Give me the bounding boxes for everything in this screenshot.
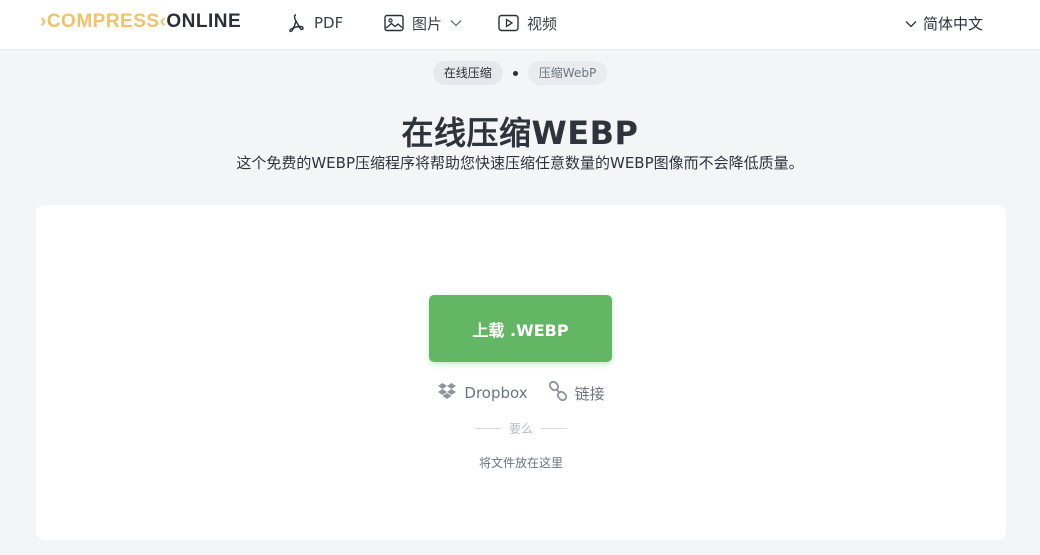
divider-line: [541, 428, 567, 429]
link-label: 链接: [574, 384, 605, 403]
chevron-down-icon: [905, 14, 917, 32]
page-title: 在线压缩WEBP: [401, 114, 639, 152]
nav-video[interactable]: 视频: [498, 11, 557, 35]
link-icon: [548, 380, 568, 405]
nav-pdf-label: PDF: [314, 14, 344, 32]
site-logo[interactable]: › COMPRESS ‹ ONLINE: [40, 11, 241, 33]
divider-line: [474, 428, 501, 429]
language-selector[interactable]: 简体中文: [905, 11, 983, 35]
link-source[interactable]: 链接: [548, 380, 605, 405]
or-divider: 要么: [36, 420, 1006, 437]
language-label: 简体中文: [923, 14, 984, 33]
nav-images[interactable]: 图片: [384, 11, 462, 35]
upload-area[interactable]: 上载 .WEBP Dropbox 链接 要么 将文件放在这里: [36, 205, 1006, 540]
upload-sources: Dropbox 链接: [36, 380, 1006, 405]
upload-button[interactable]: 上载 .WEBP: [429, 295, 612, 362]
logo-arrow-mark: ‹: [159, 11, 167, 32]
breadcrumb-item-online-compress[interactable]: 在线压缩: [432, 61, 503, 85]
page-subtitle: 这个免费的WEBP压缩程序将帮助您快速压缩任意数量的WEBP图像而不会降低质量。: [236, 154, 804, 172]
nav-pdf[interactable]: PDF: [286, 11, 343, 35]
dropbox-label: Dropbox: [464, 384, 528, 402]
video-icon: [498, 14, 519, 32]
logo-text-online: ONLINE: [166, 11, 242, 32]
or-text: 要么: [508, 422, 533, 436]
upload-button-label: 上载 .WEBP: [472, 320, 569, 340]
image-icon: [384, 14, 404, 32]
breadcrumb-item-compress-webp: 压缩WebP: [527, 61, 608, 85]
chevron-down-icon: [450, 19, 462, 27]
breadcrumb: 在线压缩 压缩WebP: [0, 61, 1040, 85]
top-navigation-bar: › COMPRESS ‹ ONLINE PDF 图片 视频 简体中文: [0, 0, 1040, 50]
logo-arrow-mark: ›: [40, 11, 47, 32]
drop-files-hint: 将文件放在这里: [478, 456, 563, 470]
pdf-icon: [286, 13, 306, 33]
dropbox-source[interactable]: Dropbox: [437, 381, 528, 405]
dropbox-icon: [437, 382, 457, 404]
logo-text-compress: COMPRESS: [46, 11, 160, 32]
nav-images-label: 图片: [412, 14, 443, 33]
breadcrumb-separator: [512, 70, 518, 76]
nav-video-label: 视频: [527, 14, 558, 33]
